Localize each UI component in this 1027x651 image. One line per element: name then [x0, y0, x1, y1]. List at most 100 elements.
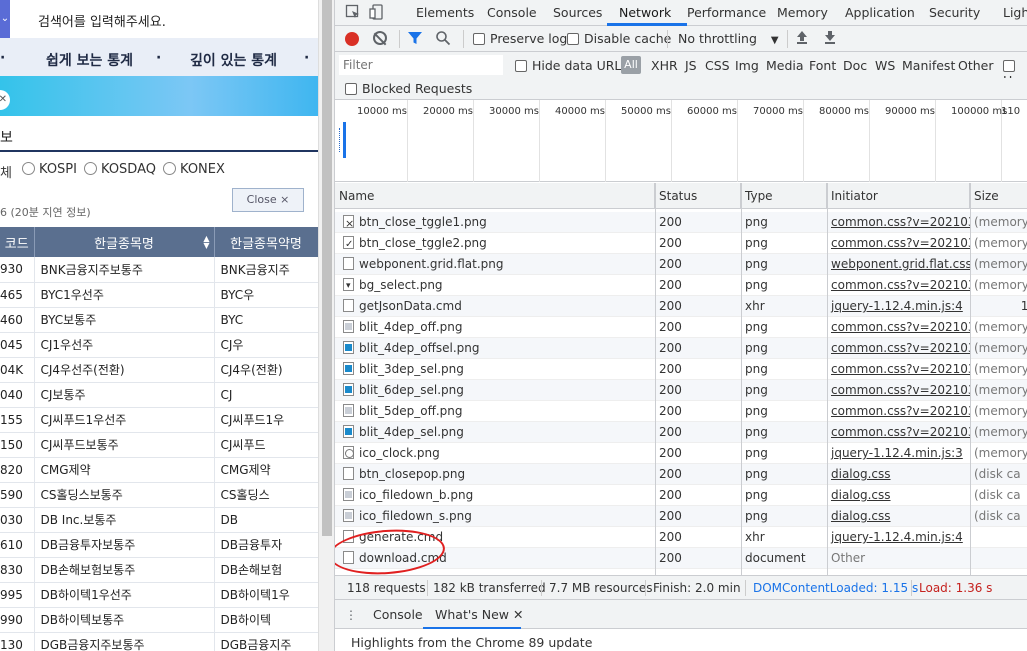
- request-row[interactable]: ico_filedown_b.png 200 png dialog.css (disk …: [335, 485, 1027, 506]
- request-initiator[interactable]: jquery-1.12.4.min.js:3: [827, 443, 970, 464]
- filter-type-other[interactable]: Other: [958, 58, 994, 73]
- request-row[interactable]: blit_4dep_off.png 200 png common.css?v=2021…: [335, 317, 1027, 338]
- drawer-tab-console[interactable]: Console: [373, 607, 423, 622]
- tab-sources[interactable]: Sources: [553, 5, 602, 20]
- request-name[interactable]: blit_4dep_offsel.png: [339, 338, 653, 359]
- sort-icon[interactable]: ▲ ▼: [203, 235, 209, 250]
- tab-performance[interactable]: Performance: [687, 5, 766, 20]
- request-initiator[interactable]: webponent.grid.flat.css...: [827, 254, 970, 275]
- request-name[interactable]: webponent.grid.flat.png: [339, 254, 653, 275]
- request-row[interactable]: webponent.grid.flat.png 200 png webponent.g…: [335, 254, 1027, 275]
- record-icon[interactable]: [345, 32, 359, 46]
- table-row[interactable]: 045 CJ1우선주 CJ우: [0, 332, 318, 358]
- filter-type-xhr[interactable]: XHR: [651, 58, 678, 73]
- tab-network[interactable]: Network: [619, 5, 671, 20]
- table-row[interactable]: 590 CS홀딩스보통주 CS홀딩스: [0, 482, 318, 508]
- market-option-kospi[interactable]: KOSPI: [22, 162, 77, 177]
- table-row[interactable]: 990 DB하이텍보통주 DB하이텍: [0, 607, 318, 633]
- nav-item-easy-stats[interactable]: 쉽게 보는 통계: [46, 50, 133, 70]
- tab-console[interactable]: Console: [487, 5, 537, 20]
- close-button[interactable]: Close ×: [232, 188, 304, 212]
- table-row[interactable]: 040 CJ보통주 CJ: [0, 382, 318, 408]
- request-name[interactable]: bg_select.png: [339, 275, 653, 296]
- table-row[interactable]: 130 DGB금융지주보통주 DGB금융지주: [0, 632, 318, 651]
- request-name[interactable]: blit_4dep_off.png: [339, 317, 653, 338]
- request-name[interactable]: btn_close_tggle1.png: [339, 212, 653, 233]
- request-row[interactable]: blit_5dep_off.png 200 png common.css?v=2021…: [335, 401, 1027, 422]
- radio-icon[interactable]: [84, 162, 97, 175]
- tab-application[interactable]: Application: [845, 5, 915, 20]
- scrollbar-thumb[interactable]: [322, 0, 332, 536]
- request-initiator[interactable]: common.css?v=202103...: [827, 380, 970, 401]
- filter-type-manifest[interactable]: Manifest: [902, 58, 955, 73]
- request-name[interactable]: blit_5dep_off.png: [339, 401, 653, 422]
- request-name[interactable]: btn_close_tggle2.png: [339, 233, 653, 254]
- request-initiator[interactable]: dialog.css: [827, 464, 970, 485]
- request-row[interactable]: blit_4dep_offsel.png 200 png common.css?v=2…: [335, 338, 1027, 359]
- network-overview-timeline[interactable]: 10000 ms 20000 ms 30000 ms 40000 ms 50000 ms…: [335, 100, 1027, 182]
- request-row[interactable]: bg_select.png 200 png common.css?v=202103..…: [335, 275, 1027, 296]
- request-initiator[interactable]: common.css?v=202103...: [827, 338, 970, 359]
- col-header-short-name[interactable]: 한글종목약명: [214, 227, 318, 257]
- col-size[interactable]: Size: [970, 183, 1027, 209]
- request-row[interactable]: ico_filedown_s.png 200 png dialog.css (disk …: [335, 506, 1027, 527]
- request-initiator[interactable]: common.css?v=202103...: [827, 233, 970, 254]
- table-row[interactable]: 155 CJ씨푸드1우선주 CJ씨푸드1우: [0, 407, 318, 433]
- tab-lighthouse[interactable]: Ligh: [1003, 5, 1027, 20]
- request-initiator[interactable]: dialog.css: [827, 485, 970, 506]
- tab-security[interactable]: Security: [929, 5, 980, 20]
- request-initiator[interactable]: common.css?v=202103...: [827, 359, 970, 380]
- col-header-code[interactable]: 코드: [0, 227, 35, 257]
- request-row[interactable]: btn_close_tggle2.png 200 png common.css?v=2…: [335, 233, 1027, 254]
- inspect-element-icon[interactable]: [345, 4, 363, 22]
- request-name[interactable]: blit_6dep_sel.png: [339, 380, 653, 401]
- filter-icon[interactable]: [407, 30, 423, 49]
- market-option-all[interactable]: 체: [0, 162, 12, 181]
- request-name[interactable]: blit_4dep_sel.png: [339, 422, 653, 443]
- request-initiator[interactable]: dialog.css: [827, 506, 970, 527]
- upload-icon[interactable]: [795, 29, 809, 48]
- filter-type-ws[interactable]: WS: [875, 58, 895, 73]
- request-initiator[interactable]: jquery-1.12.4.min.js:4: [827, 527, 970, 548]
- close-icon[interactable]: ✕: [513, 607, 523, 622]
- filter-type-doc[interactable]: Doc: [843, 58, 867, 73]
- request-row[interactable]: btn_closepop.png 200 png dialog.css (disk ca: [335, 464, 1027, 485]
- request-name[interactable]: blit_3dep_sel.png: [339, 359, 653, 380]
- col-header-name[interactable]: 한글종목명 ▲ ▼: [34, 227, 215, 257]
- request-initiator[interactable]: jquery-1.12.4.min.js:4: [827, 296, 970, 317]
- request-initiator[interactable]: common.css?v=202103...: [827, 422, 970, 443]
- table-row[interactable]: 465 BYC1우선주 BYC우: [0, 282, 318, 308]
- nav-item-deep-stats[interactable]: 깊이 있는 통계: [190, 50, 277, 70]
- chevron-down-icon[interactable]: ⌄: [0, 0, 10, 38]
- blocked-requests-checkbox[interactable]: Blocked Requests: [345, 81, 472, 96]
- col-type[interactable]: Type: [741, 183, 827, 209]
- tab-memory[interactable]: Memory: [777, 5, 828, 20]
- close-icon[interactable]: ✕: [0, 90, 10, 110]
- table-row[interactable]: 460 BYC보통주 BYC: [0, 307, 318, 333]
- table-row[interactable]: 830 DB손해보험보통주 DB손해보험: [0, 557, 318, 583]
- request-row[interactable]: blit_6dep_sel.png 200 png common.css?v=2021…: [335, 380, 1027, 401]
- clear-icon[interactable]: [373, 31, 387, 45]
- table-row[interactable]: 610 DB금융투자보통주 DB금융투자: [0, 532, 318, 558]
- table-row[interactable]: 150 CJ씨푸드보통주 CJ씨푸드: [0, 432, 318, 458]
- table-row[interactable]: 995 DB하이텍1우선주 DB하이텍1우: [0, 582, 318, 608]
- more-menu-icon[interactable]: ⋮: [345, 608, 357, 622]
- filter-type-all[interactable]: All: [621, 56, 641, 74]
- drawer-tab-whats-new[interactable]: What's New ✕: [435, 607, 524, 622]
- preserve-log-checkbox[interactable]: Preserve log: [473, 31, 567, 46]
- filter-input[interactable]: [339, 55, 503, 75]
- table-row[interactable]: 030 DB Inc.보통주 DB: [0, 507, 318, 533]
- market-option-kosdaq[interactable]: KOSDAQ: [84, 162, 156, 177]
- site-search-bar[interactable]: ⌄ 검색어를 입력해주세요.: [0, 0, 318, 38]
- filter-type-img[interactable]: Img: [735, 58, 759, 73]
- table-row[interactable]: 820 CMG제약 CMG제약: [0, 457, 318, 483]
- col-initiator[interactable]: Initiator: [827, 183, 970, 209]
- radio-icon[interactable]: [163, 162, 176, 175]
- request-name[interactable]: getJsonData.cmd: [339, 296, 653, 317]
- request-initiator[interactable]: common.css?v=202103...: [827, 212, 970, 233]
- checkbox-icon[interactable]: [1003, 60, 1015, 72]
- request-name[interactable]: btn_closepop.png: [339, 464, 653, 485]
- checkbox-icon[interactable]: [515, 60, 527, 72]
- site-search-placeholder[interactable]: 검색어를 입력해주세요.: [38, 11, 166, 30]
- request-row[interactable]: ico_clock.png 200 png jquery-1.12.4.min.js:…: [335, 443, 1027, 464]
